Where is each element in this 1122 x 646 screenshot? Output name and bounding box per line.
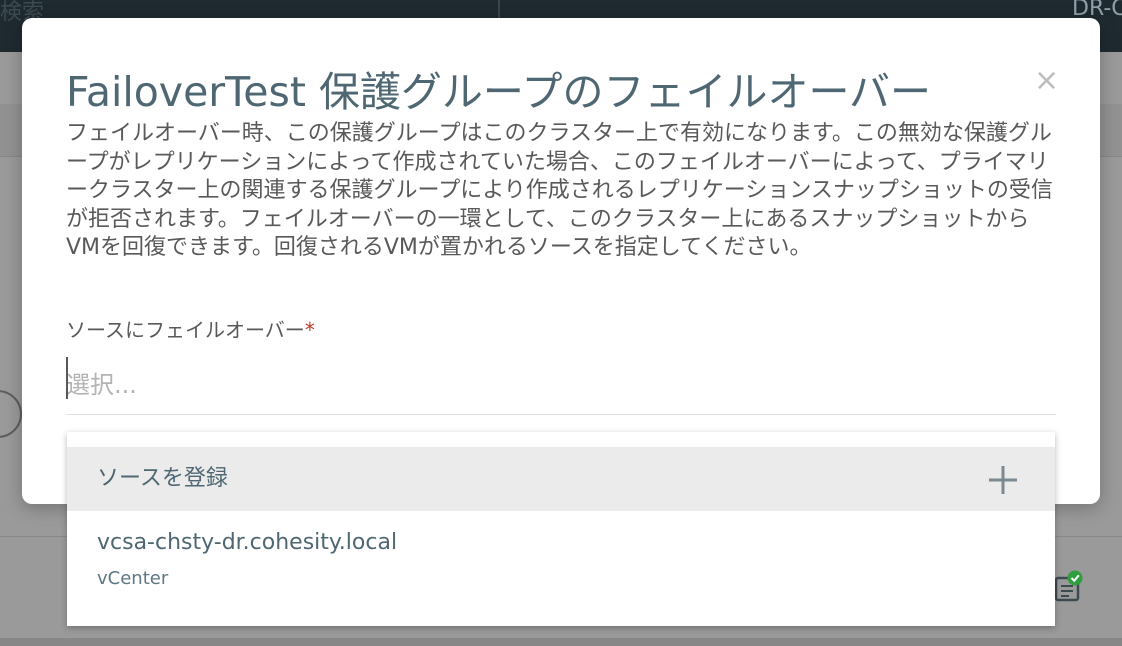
required-indicator: * (304, 318, 315, 342)
source-option-name: vcsa-chsty-dr.cohesity.local (97, 530, 398, 555)
failover-source-label-text: ソースにフェイルオーバー (66, 318, 305, 342)
close-button[interactable]: × (1034, 66, 1059, 96)
dialog-description: フェイルオーバー時、この保護グループはこのクラスター上で有効になります。この無効… (66, 121, 1053, 261)
background-bottom-bar (0, 638, 1122, 646)
failover-source-label: ソースにフェイルオーバー* (66, 314, 315, 343)
register-source-option[interactable]: ソースを登録 (67, 447, 1055, 511)
register-source-label: ソースを登録 (97, 466, 228, 491)
plus-icon (989, 466, 1017, 494)
source-option-vcenter[interactable]: vcsa-chsty-dr.cohesity.local vCenter (67, 524, 1055, 604)
failover-source-select[interactable] (66, 356, 1056, 415)
source-dropdown: ソースを登録 vcsa-chsty-dr.cohesity.local vCen… (67, 432, 1055, 626)
source-option-type: vCenter (97, 568, 169, 589)
text-caret (66, 357, 68, 399)
dialog-title: FailoverTest 保護グループのフェイルオーバー (66, 68, 932, 116)
task-complete-icon (1054, 570, 1083, 602)
